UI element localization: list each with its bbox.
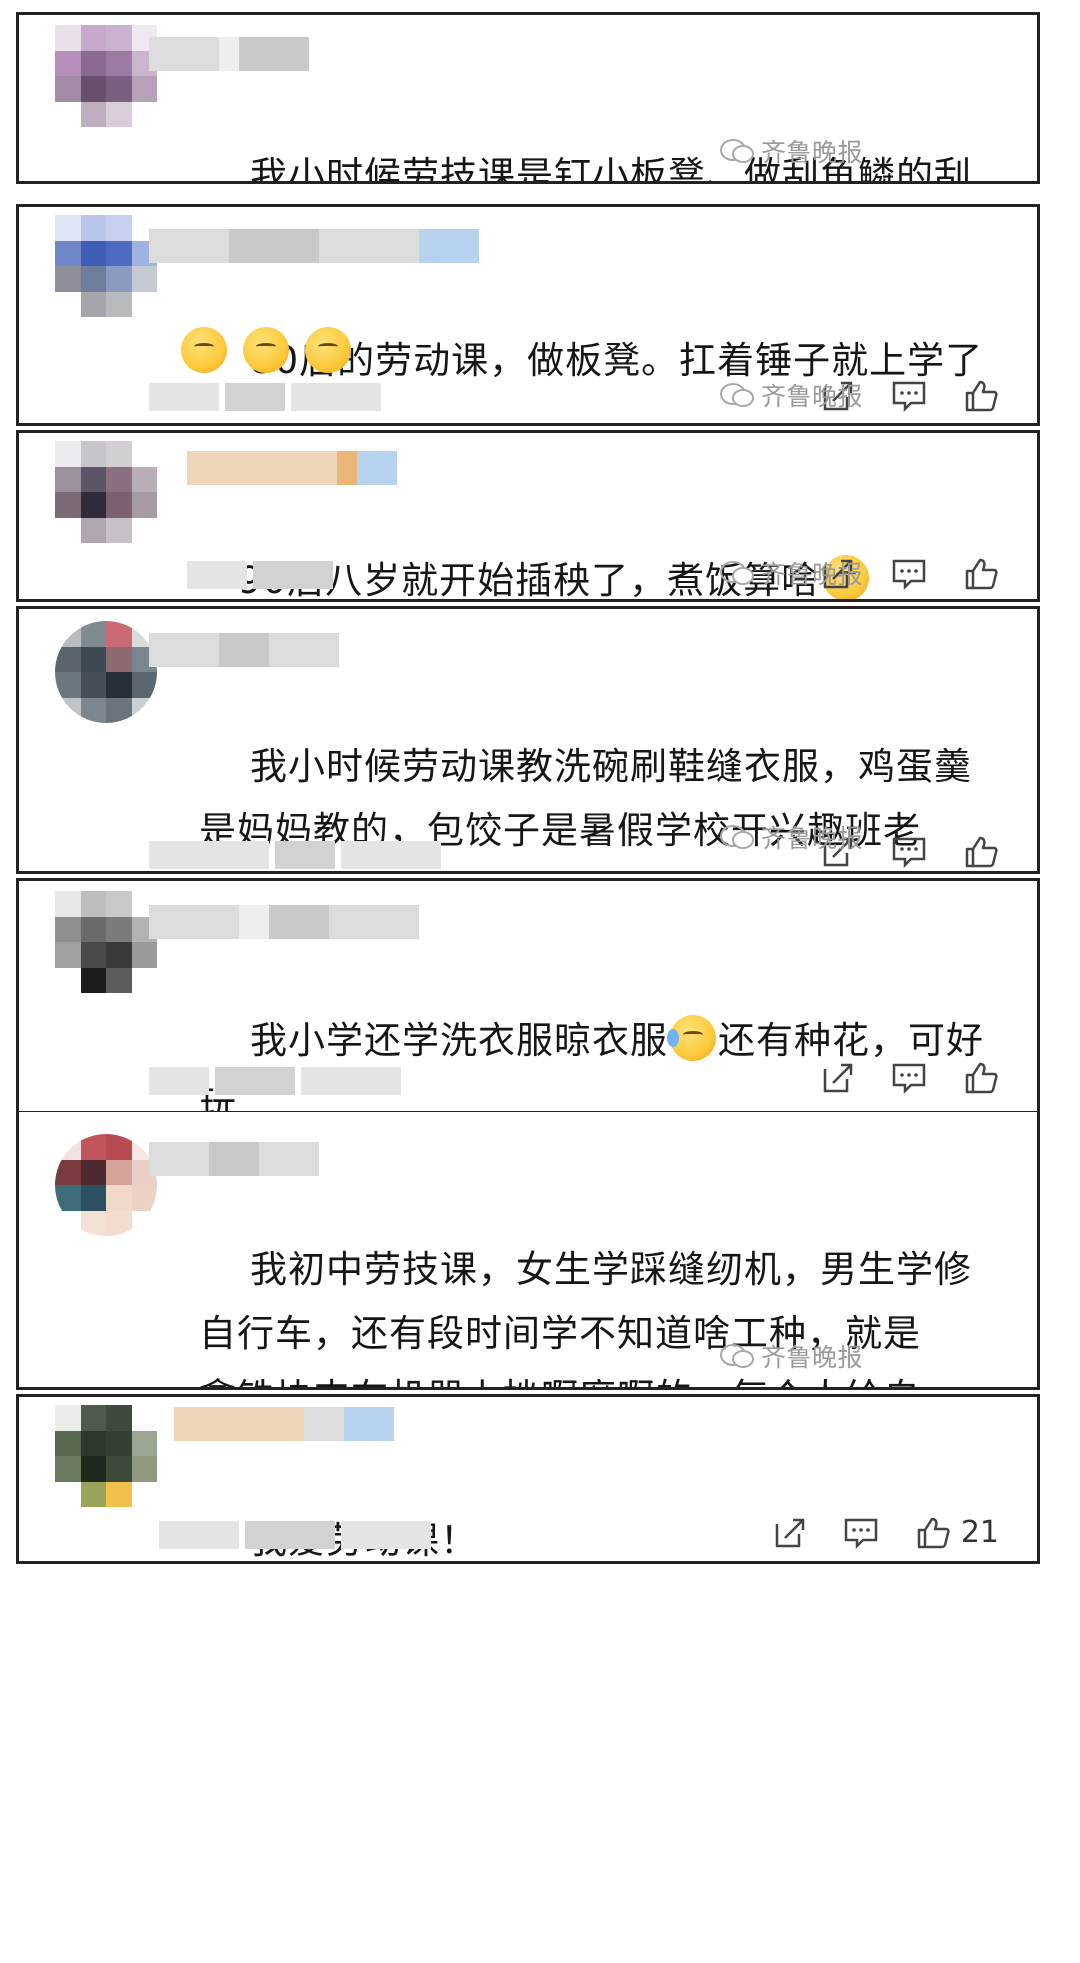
wechat-icon [720, 825, 754, 849]
timestamp-blurred [187, 561, 347, 589]
share-icon[interactable] [821, 1061, 855, 1095]
comment-text: 我小时候劳技课是钉小板凳、做刮鱼鳞的刮 子、缝毛绒玩具 [199, 80, 997, 181]
like-count: 21 [960, 1515, 999, 1550]
comment-icon[interactable] [843, 1516, 879, 1550]
shushing-face-emoji [243, 327, 289, 373]
watermark: 齐鲁晚报 [719, 819, 863, 855]
emoji-row [179, 327, 365, 373]
avatar[interactable] [55, 215, 157, 317]
watermark: 齐鲁晚报 [719, 377, 863, 413]
thumbs-up-icon[interactable] [963, 379, 999, 413]
comment-card: 我小学还学洗衣服晾衣服 还有种花，可好 玩 [16, 878, 1040, 1114]
wechat-icon [720, 1344, 754, 1368]
watermark: 齐鲁晚报 [719, 1338, 863, 1374]
wechat-icon [720, 561, 754, 585]
comment-icon[interactable] [891, 379, 927, 413]
comment-text: 我初中劳技课，女生学踩缝纫机，男生学修 自行车，还有段时间学不知道啥工种，就是 … [199, 1174, 997, 1387]
watermark: 齐鲁晚报 [719, 133, 863, 169]
avatar[interactable] [55, 25, 157, 127]
comment-card: 我爱劳动课！ 21 [16, 1394, 1040, 1564]
timestamp-blurred [149, 1067, 409, 1095]
timestamp-blurred [149, 383, 389, 411]
username-blurred[interactable] [149, 37, 309, 71]
avatar[interactable] [55, 1405, 157, 1507]
avatar[interactable] [55, 441, 157, 543]
comment-body: 我小学还学洗衣服晾衣服 [250, 1019, 669, 1062]
avatar[interactable] [55, 621, 157, 723]
avatar[interactable] [55, 891, 157, 993]
watermark-text: 齐鲁晚报 [761, 824, 864, 853]
username-blurred[interactable] [149, 1142, 319, 1176]
comment-card: 我小时候劳动课教洗碗刷鞋缝衣服，鸡蛋羹 是妈妈教的，包饺子是暑假学校开兴趣班老 … [16, 606, 1040, 874]
comment-card: 我小时候劳技课是钉小板凳、做刮鱼鳞的刮 子、缝毛绒玩具 齐鲁晚报 [16, 12, 1040, 184]
watermark: 齐鲁晚报 [719, 555, 863, 591]
thumbs-up-icon[interactable] [963, 835, 999, 869]
thumbs-up-icon[interactable] [963, 557, 999, 591]
shushing-face-emoji [305, 327, 351, 373]
comment-icon[interactable] [891, 557, 927, 591]
watermark-text: 齐鲁晚报 [761, 138, 864, 167]
comment-card: 90后八岁就开始插秧了，煮饭算啥 齐鲁晚报 [16, 430, 1040, 602]
timestamp-blurred [149, 841, 449, 869]
thumbs-up-icon[interactable] [915, 1516, 951, 1550]
comment-card: 我初中劳技课，女生学踩缝纫机，男生学修 自行车，还有段时间学不知道啥工种，就是 … [16, 1112, 1040, 1390]
shushing-face-emoji [181, 327, 227, 373]
username-blurred[interactable] [149, 633, 339, 667]
comment-icon[interactable] [891, 835, 927, 869]
avatar[interactable] [55, 1134, 157, 1236]
crying-face-emoji [667, 1015, 717, 1061]
comment-icon[interactable] [891, 1061, 927, 1095]
username-blurred[interactable] [187, 451, 397, 485]
thumbs-up-icon[interactable] [963, 1061, 999, 1095]
timestamp-blurred [159, 1521, 439, 1549]
wechat-icon [720, 139, 754, 163]
username-blurred[interactable] [174, 1407, 394, 1441]
watermark-text: 齐鲁晚报 [761, 382, 864, 411]
comment-actions [821, 1061, 999, 1095]
share-icon[interactable] [773, 1516, 807, 1550]
wechat-icon [720, 383, 754, 407]
username-blurred[interactable] [149, 229, 479, 263]
watermark-text: 齐鲁晚报 [761, 1343, 864, 1372]
comment-card: 80后的劳动课，做板凳。扛着锤子就上学了 齐鲁晚报 [16, 204, 1040, 426]
comment-actions: 21 [773, 1515, 999, 1550]
watermark-text: 齐鲁晚报 [761, 560, 864, 589]
username-blurred[interactable] [149, 905, 419, 939]
